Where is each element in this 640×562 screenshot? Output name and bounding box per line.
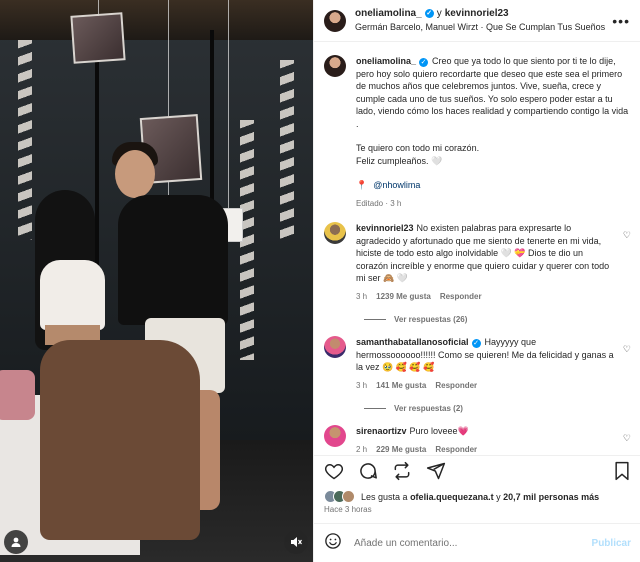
likes-middle: y [496,491,501,502]
liker-avatars [324,490,355,503]
woman-figure [40,340,200,540]
ceiling [0,0,313,40]
comment-item: sirenaortizv Puro loveee💗 2 h 229 Me gust… [324,425,631,455]
caption-edited: Editado · 3 h [356,198,402,208]
bookmark-icon[interactable] [613,461,631,486]
caption-closing-text: Te quiero con todo mi corazón. Feliz cum… [356,143,480,166]
more-icon[interactable]: ••• [612,13,630,29]
caption-username[interactable]: oneliamolina_ [356,56,416,66]
streamer-decoration [280,60,294,240]
post-time: Hace 3 horas [324,505,372,514]
comment-time: 3 h [356,291,368,301]
location-pin-icon: 📍 [356,180,368,190]
comment-likes[interactable]: 141 Me gusta [376,380,426,393]
commenter-avatar[interactable] [324,425,346,447]
liker-avatar [342,490,355,503]
comment-time: 2 h [356,444,368,454]
comment-item: samanthabatallanosoficial ✓ Hayyyyy que he… [324,336,631,392]
reply-button[interactable]: Responder [435,444,477,456]
comment-username[interactable]: kevinnoriel23 [356,223,414,233]
share-icon[interactable] [426,461,446,486]
commenter-avatar[interactable] [324,336,346,358]
comment-like-heart-icon[interactable]: ♡ [623,433,631,444]
caption-text: Creo que ya todo lo que siento por ti te… [356,56,629,129]
hanging-photo [70,12,126,64]
post-media[interactable] [0,0,313,562]
caption: oneliamolina_ ✓ Creo que ya todo lo que si… [324,55,631,210]
user-tag-icon[interactable] [4,530,28,554]
view-replies-button[interactable]: Ver respuestas (26) [364,315,631,324]
hanging-string [168,0,169,118]
comment-username[interactable]: sirenaortizv [356,426,407,436]
likes-prefix: Les gusta a [361,491,408,502]
comment-icon[interactable] [358,461,378,486]
woman-figure [40,260,105,330]
view-replies-button[interactable]: Ver respuestas (2) [364,404,631,413]
likes-others[interactable]: 20,7 mil personas más [503,492,599,502]
streamer-decoration [18,40,32,240]
author-avatar[interactable] [324,9,346,32]
mute-icon[interactable] [284,530,308,554]
verified-badge-icon: ✓ [471,339,481,348]
view-replies-label: Ver respuestas (26) [394,315,468,324]
repost-icon[interactable] [392,461,412,486]
view-replies-label: Ver respuestas (2) [394,404,463,413]
heart-icon[interactable] [324,461,344,486]
post-actions-bar [314,455,640,491]
replies-divider [364,408,386,409]
comment-likes[interactable]: 229 Me gusta [376,444,426,456]
publish-button[interactable]: Publicar [592,538,631,549]
location-tag[interactable]: @nhowlima [373,179,420,192]
comment-like-heart-icon[interactable]: ♡ [623,344,631,355]
add-comment-bar: Publicar [314,523,640,562]
comment-likes[interactable]: 1239 Me gusta [376,291,431,304]
coauthor-username[interactable]: kevinnoriel23 [445,7,509,20]
reply-button[interactable]: Responder [440,291,482,304]
comment-time: 3 h [356,380,368,390]
comments-section[interactable]: oneliamolina_ ✓ Creo que ya todo lo que si… [314,43,640,455]
comment-like-heart-icon[interactable]: ♡ [623,230,631,241]
author-username[interactable]: oneliamolina_ [355,7,422,20]
comment-text: Puro loveee💗 [409,426,469,436]
replies-divider [364,319,386,320]
comment-item: kevinnoriel23 No existen palabras para ex… [324,222,631,303]
post-detail-panel: oneliamolina_ ✓ y kevinnoriel23 Germán B… [313,0,640,562]
man-figure [115,150,155,198]
caption-author-avatar[interactable] [324,55,346,77]
verified-badge-icon: ✓ [419,58,429,67]
comment-username[interactable]: samanthabatallanosoficial [356,337,469,347]
likes-summary[interactable]: Les gusta a ofelia.quequezana.t y 20,7 m… [324,490,599,503]
smile-icon[interactable] [324,532,342,554]
post-header: oneliamolina_ ✓ y kevinnoriel23 Germán B… [314,0,640,42]
verified-badge-icon: ✓ [424,9,434,18]
commenter-avatar[interactable] [324,222,346,244]
man-figure [118,195,228,325]
reply-button[interactable]: Responder [435,380,477,393]
hanging-string [228,0,229,208]
pillow [0,370,35,420]
conjunction-text: y [436,8,442,19]
comment-input[interactable] [354,537,592,549]
liker-username[interactable]: ofelia.quequezana.t [410,492,494,502]
audio-track[interactable]: Germán Barcelo, Manuel Wirzt · Que Se Cu… [355,21,605,34]
